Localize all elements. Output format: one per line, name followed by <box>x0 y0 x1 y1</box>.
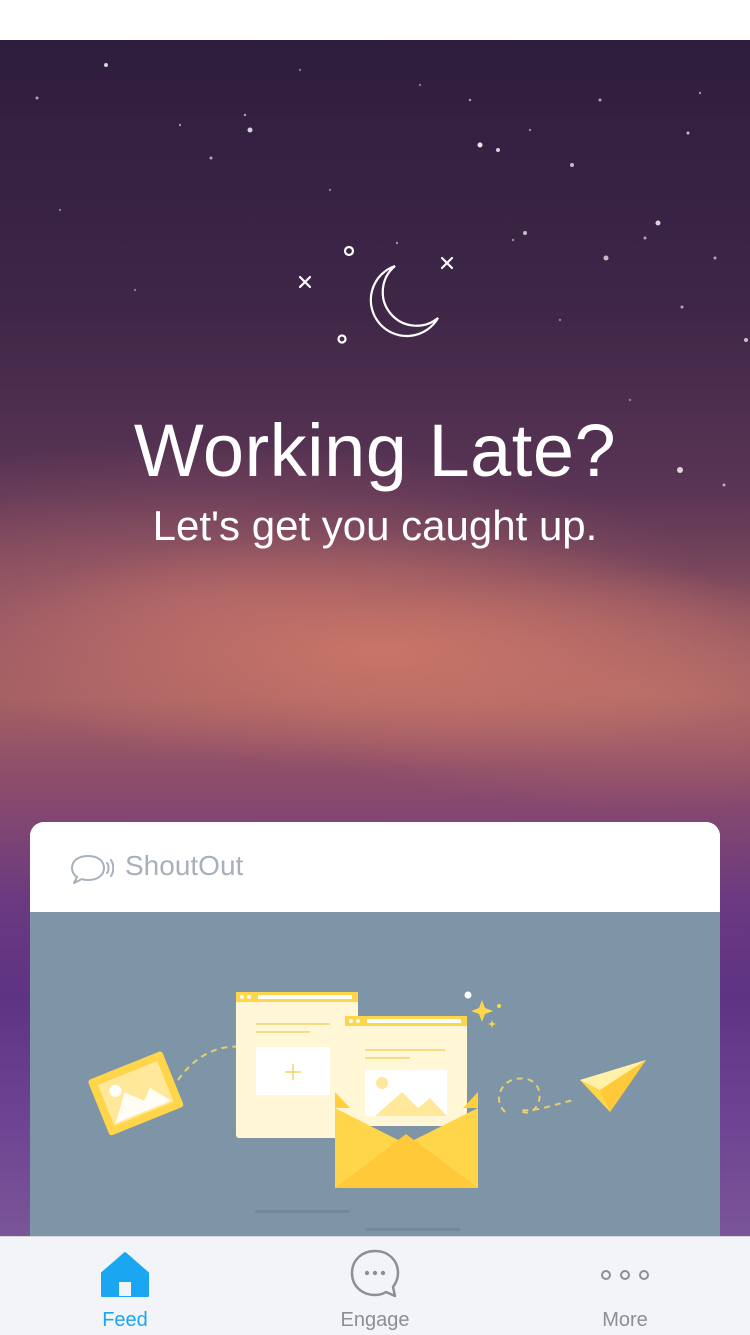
tab-engage-label: Engage <box>340 1309 410 1331</box>
card-header-label: ShoutOut <box>125 850 244 881</box>
shoutout-illustration <box>88 991 646 1231</box>
tab-engage[interactable]: Engage <box>250 1237 500 1335</box>
status-bar <box>0 0 750 40</box>
home-icon <box>101 1252 149 1297</box>
hero-subtitle: Let's get you caught up. <box>152 502 598 549</box>
tab-feed-label: Feed <box>102 1309 148 1331</box>
tab-bar: Feed Engage More <box>0 1236 750 1335</box>
hero-title: Working Late? <box>133 409 617 492</box>
speech-bubble-icon <box>71 855 114 884</box>
moon-icon <box>298 245 454 344</box>
card-illustration-area <box>30 912 720 1252</box>
chat-bubble-icon <box>350 1249 400 1298</box>
tab-feed[interactable]: Feed <box>0 1237 250 1335</box>
tab-more[interactable]: More <box>500 1237 750 1335</box>
tab-more-label: More <box>602 1309 648 1331</box>
card-header: ShoutOut <box>30 822 720 912</box>
shoutout-card[interactable]: ShoutOut <box>30 822 720 1252</box>
more-dots-icon <box>601 1270 649 1280</box>
